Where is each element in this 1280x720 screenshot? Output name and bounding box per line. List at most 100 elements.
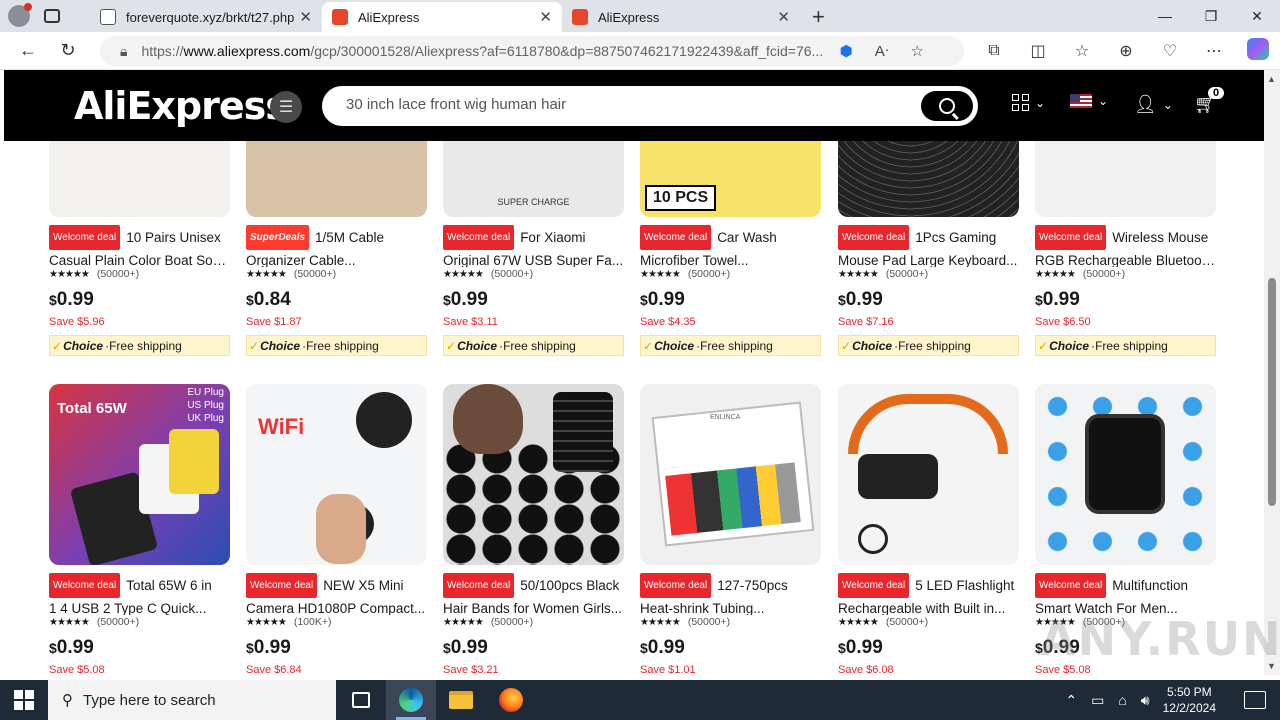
tab-aliexpress[interactable]: AliExpress ✕ xyxy=(562,2,800,32)
product-title[interactable]: Welcome deal 10 Pairs Unisex Casual Plain … xyxy=(49,225,230,267)
account-button[interactable]: 👤︎ ⌄ xyxy=(1134,94,1173,115)
taskbar-search[interactable]: ⚲ Type here to search xyxy=(48,680,336,720)
review-count: (50000+) xyxy=(490,268,534,280)
scroll-up-icon[interactable]: ▲ xyxy=(1267,74,1276,84)
lock-icon[interactable]: 🔒︎ xyxy=(120,43,127,60)
product-title[interactable]: Welcome deal Total 65W 6 in 1 4 USB 2 Type… xyxy=(49,573,230,615)
file-explorer-button[interactable] xyxy=(436,680,486,720)
clock[interactable]: 5:50 PM 12/2/2024 xyxy=(1163,684,1216,716)
currency-symbol: $ xyxy=(640,292,648,308)
language-selector[interactable]: ⌄ xyxy=(1070,94,1108,108)
product-title[interactable]: Welcome deal Car Wash Microfiber Towel... xyxy=(640,225,821,267)
product-image[interactable] xyxy=(1035,384,1216,565)
start-button[interactable] xyxy=(0,680,48,720)
product-card[interactable]: WiFi Welcome deal NEW X5 Mini Camera HD1080… xyxy=(246,384,427,675)
restore-icon[interactable]: ❐ xyxy=(1188,0,1234,32)
product-title[interactable]: Welcome deal 1Pcs Gaming Mouse Pad Large K… xyxy=(838,225,1019,267)
refresh-button[interactable]: ↻ xyxy=(48,32,88,70)
tab-foreverquote[interactable]: foreverquote.xyz/brkt/t27.php ✕ xyxy=(90,2,322,32)
deal-badge: SuperDeals xyxy=(246,225,310,250)
category-menu-button[interactable]: ☰ xyxy=(270,91,302,123)
shield-icon[interactable]: ⬢ xyxy=(840,42,853,60)
choice-label: Choice xyxy=(457,338,498,353)
review-count: (50000+) xyxy=(687,616,731,628)
edge-taskbar-button[interactable] xyxy=(386,680,436,720)
product-card[interactable]: ENLINCA Welcome deal 127-750pcs Heat-shrink… xyxy=(640,384,821,675)
extensions-icon[interactable]: ⧉ xyxy=(972,42,1016,60)
vertical-scrollbar[interactable]: ▲ ▼ xyxy=(1264,70,1280,675)
collections-icon[interactable]: ⊕ xyxy=(1104,41,1148,61)
product-image[interactable]: ENLINCA xyxy=(640,384,821,565)
profile-icon[interactable] xyxy=(8,3,32,27)
favorites-icon[interactable]: ☆ xyxy=(1060,41,1104,61)
product-image[interactable]: WiFi xyxy=(246,384,427,565)
product-title-line2: Microfiber Towel... xyxy=(640,253,749,267)
product-title[interactable]: Welcome deal 127-750pcs Heat-shrink Tubing… xyxy=(640,573,821,615)
rating: ★★★★★ (50000+) xyxy=(640,616,821,632)
new-tab-button[interactable]: + xyxy=(812,2,825,32)
product-title-line1: Total 65W 6 in xyxy=(126,578,212,593)
search-input[interactable] xyxy=(346,96,906,113)
price-value: 0.99 xyxy=(845,637,883,658)
tab-aliexpress-active[interactable]: AliExpress ✕ xyxy=(322,2,562,32)
product-image[interactable]: Total 65W EU Plug US Plug UK Plug xyxy=(49,384,230,565)
close-window-icon[interactable]: ✕ xyxy=(1234,0,1280,32)
product-image[interactable] xyxy=(838,384,1019,565)
performance-icon[interactable]: ♡ xyxy=(1148,41,1192,61)
product-title[interactable]: Welcome deal NEW X5 Mini Camera HD1080P Co… xyxy=(246,573,427,615)
scrollbar-thumb[interactable] xyxy=(1268,278,1276,506)
price-value: 0.99 xyxy=(647,637,685,658)
copilot-icon[interactable] xyxy=(1236,37,1280,65)
product-card[interactable]: Welcome deal 5 LED Flashlight Rechargeable… xyxy=(838,384,1019,675)
currency-symbol: $ xyxy=(838,640,846,656)
check-icon: ✓ xyxy=(52,338,63,353)
price-value: 0.84 xyxy=(253,289,291,310)
minimize-icon[interactable]: — xyxy=(1142,0,1188,32)
back-button[interactable]: ← xyxy=(8,32,48,70)
product-title-line1: 1/5M Cable xyxy=(315,230,385,245)
more-menu-icon[interactable]: ⋯ xyxy=(1192,41,1236,61)
tab-actions-icon[interactable] xyxy=(44,9,60,23)
product-title[interactable]: Welcome deal For Xiaomi Original 67W USB S… xyxy=(443,225,624,267)
review-count: (100K+) xyxy=(293,616,332,628)
check-icon: ✓ xyxy=(249,338,260,353)
close-tab-icon[interactable]: ✕ xyxy=(299,8,312,26)
search-button[interactable] xyxy=(921,91,973,121)
network-icon[interactable]: ⌂ xyxy=(1118,692,1126,708)
rating: ★★★★★ (50000+) xyxy=(443,268,624,284)
volume-icon[interactable]: 🔊︎ xyxy=(1141,692,1150,709)
notification-icon[interactable] xyxy=(1244,691,1266,709)
firefox-button[interactable] xyxy=(486,680,536,720)
aliexpress-logo[interactable]: AliExpress xyxy=(74,84,288,128)
product-title[interactable]: Welcome deal Wireless Mouse RGB Rechargeab… xyxy=(1035,225,1216,267)
savings-text: Save $1.01 xyxy=(640,664,696,675)
chevron-up-icon[interactable]: ⌃ xyxy=(1065,692,1077,709)
product-title-line2: Organizer Cable... xyxy=(246,253,356,267)
favorite-star-icon[interactable]: ☆ xyxy=(911,42,924,60)
device-icon[interactable]: ▭ xyxy=(1091,692,1104,709)
product-card[interactable]: Total 65W EU Plug US Plug UK Plug Welcome … xyxy=(49,384,230,675)
url-field[interactable]: 🔒︎ https://www.aliexpress.com/gcp/300001… xyxy=(100,36,964,66)
product-card[interactable]: Welcome deal 50/100pcs Black Hair Bands fo… xyxy=(443,384,624,675)
product-image-text: 10 PCS xyxy=(645,185,717,211)
product-image[interactable] xyxy=(443,384,624,565)
product-title[interactable]: Welcome deal Multifunction Smart Watch For… xyxy=(1035,573,1216,615)
read-aloud-icon[interactable]: Aᐧ xyxy=(875,42,889,60)
split-screen-icon[interactable]: ◫ xyxy=(1016,41,1060,61)
product-title[interactable]: Welcome deal 50/100pcs Black Hair Bands fo… xyxy=(443,573,624,615)
currency-symbol: $ xyxy=(443,292,451,308)
choice-shipping-badge: ✓ Choice · Free shipping xyxy=(838,335,1019,356)
close-tab-icon[interactable]: ✕ xyxy=(539,8,552,26)
cart-count-badge: 0 xyxy=(1208,87,1225,99)
cart-button[interactable]: 🛒︎ 0 xyxy=(1194,87,1225,115)
review-count: (50000+) xyxy=(1082,268,1126,280)
product-title[interactable]: Welcome deal 5 LED Flashlight Rechargeable… xyxy=(838,573,1019,615)
savings-text: Save $7.16 xyxy=(838,316,894,328)
app-download-button[interactable]: ⌄ xyxy=(1012,94,1045,111)
product-title[interactable]: SuperDeals 1/5M Cable Organizer Cable... xyxy=(246,225,427,267)
close-tab-icon[interactable]: ✕ xyxy=(777,8,790,26)
tab-title: foreverquote.xyz/brkt/t27.php xyxy=(126,9,295,25)
task-view-button[interactable] xyxy=(336,680,386,720)
folder-icon xyxy=(449,691,473,709)
product-title-line1: 10 Pairs Unisex xyxy=(126,230,221,245)
